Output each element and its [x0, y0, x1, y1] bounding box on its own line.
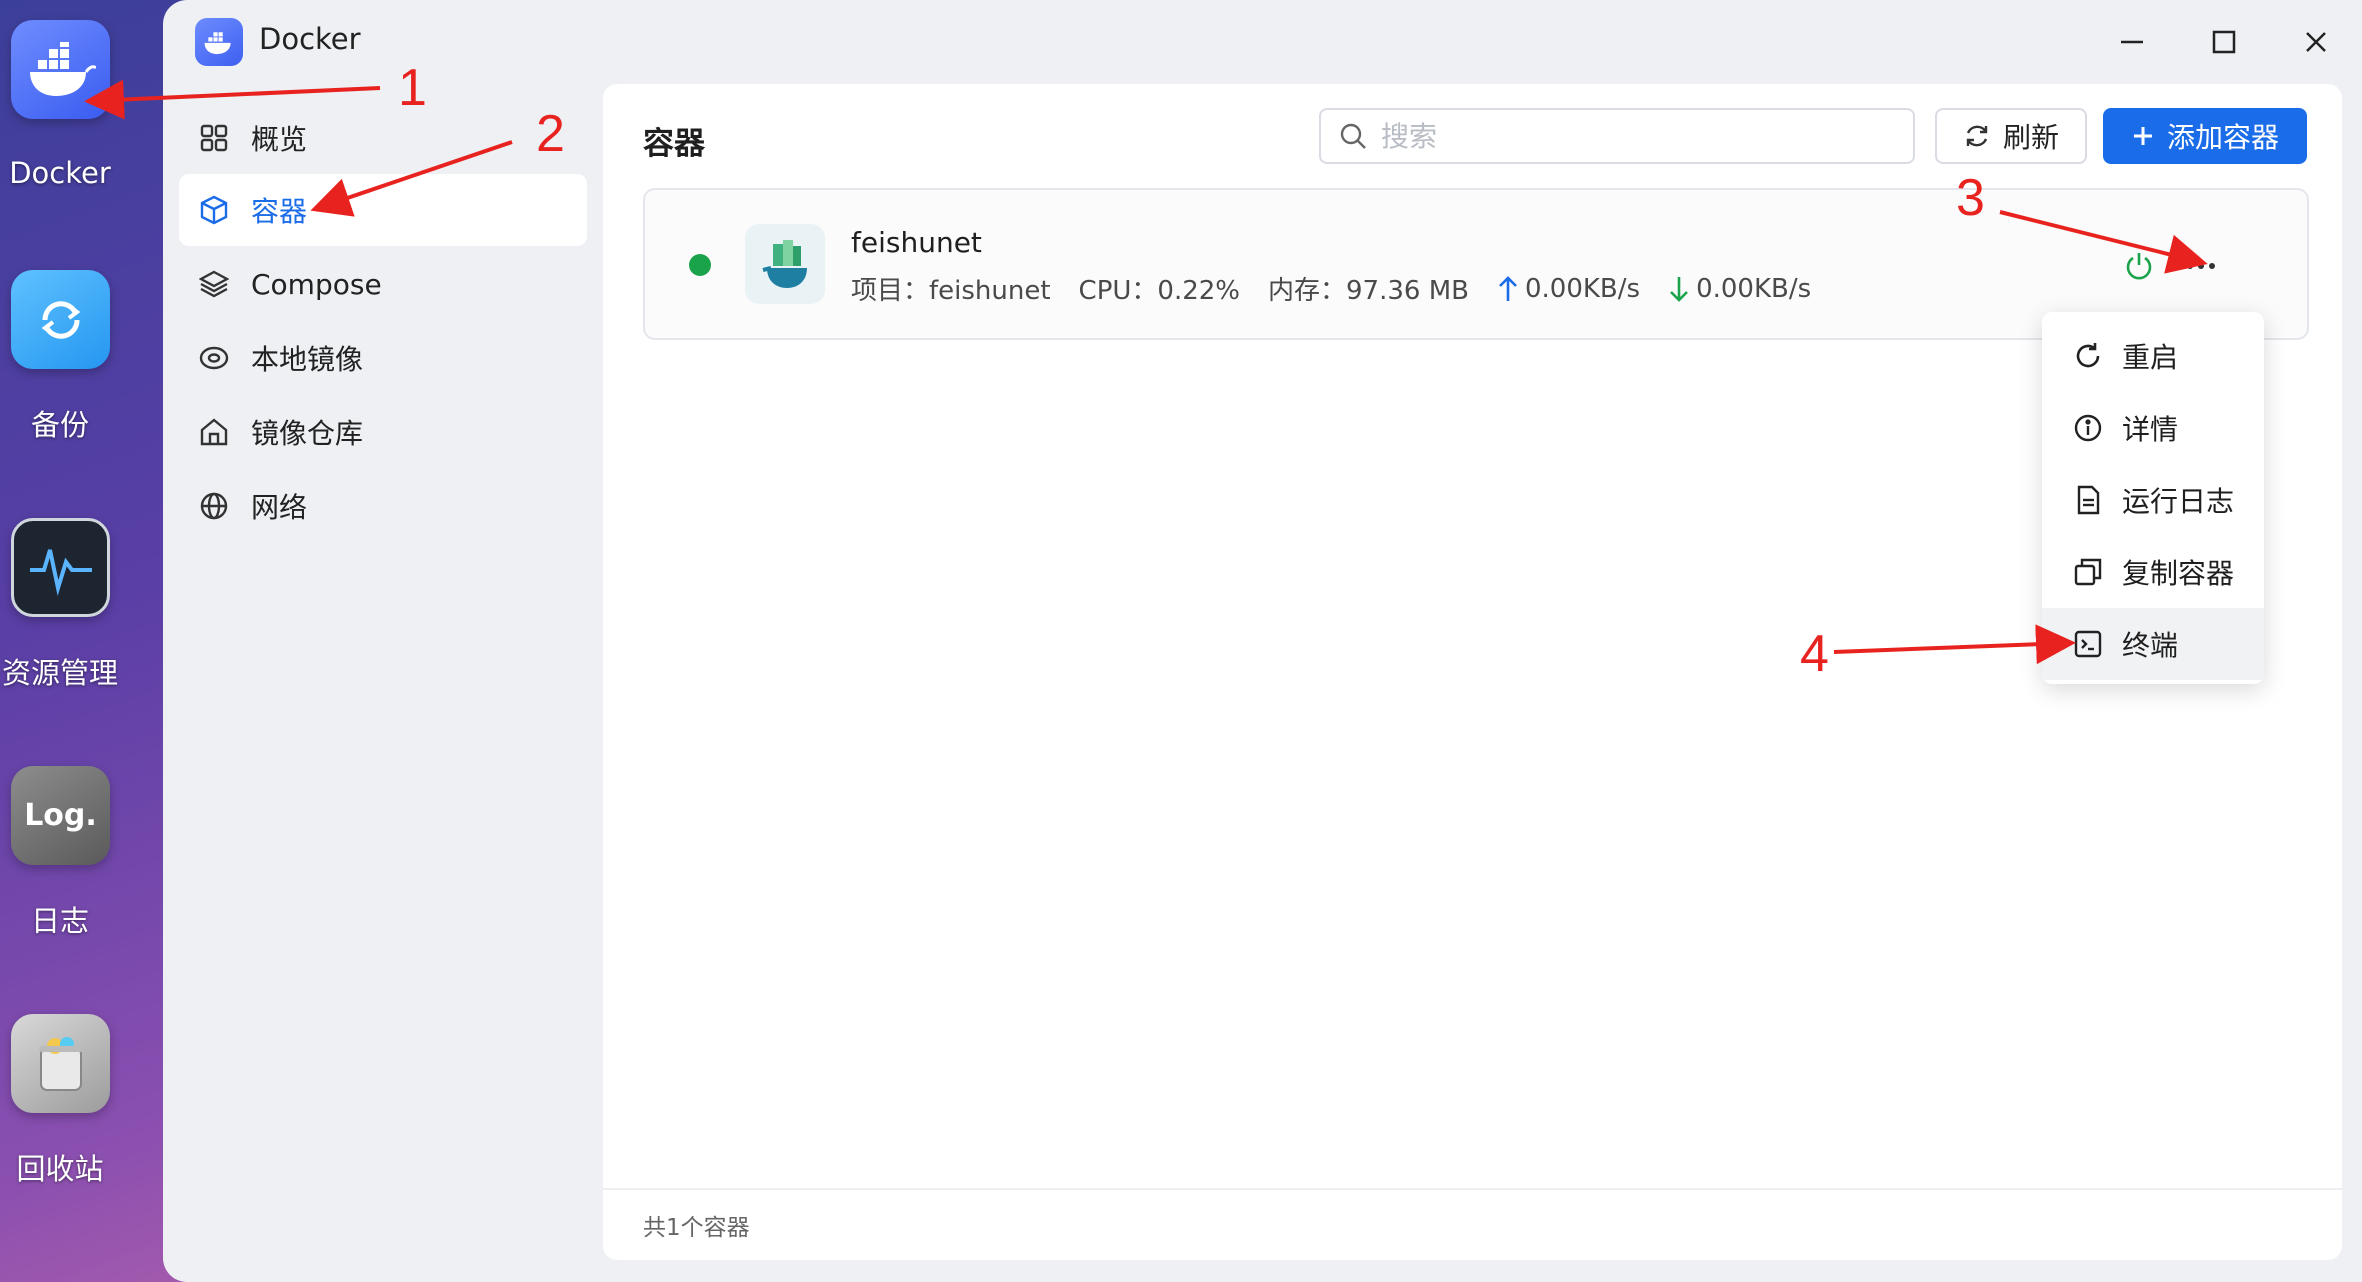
container-project: 项目：feishunet — [851, 276, 1051, 306]
disc-icon — [197, 341, 231, 375]
dock-label-log: 日志 — [30, 904, 89, 938]
menu-item-logs[interactable]: 运行日志 — [2042, 464, 2264, 536]
minimize-button[interactable] — [2110, 20, 2154, 64]
activity-monitor-icon[interactable] — [11, 518, 110, 617]
grid-icon — [197, 121, 231, 155]
container-logo-icon — [745, 224, 825, 304]
arrow-up-icon — [1497, 275, 1519, 303]
container-meta: 项目：feishunet CPU：0.22% 内存：97.36 MB 0.00K… — [851, 270, 1839, 307]
refresh-button[interactable]: 刷新 — [1935, 108, 2087, 164]
log-icon-text: Log. — [24, 798, 97, 833]
sidebar-item-compose[interactable]: Compose — [179, 248, 587, 320]
copy-icon — [2072, 556, 2104, 588]
backup-icon[interactable] — [11, 270, 110, 369]
sidebar-item-overview[interactable]: 概览 — [179, 102, 587, 174]
dock-label-backup: 备份 — [30, 408, 89, 442]
docker-window: Docker 概览 容器 Compose 本地镜像 镜像仓库 网络 容器 搜索 … — [163, 0, 2362, 1282]
menu-item-terminal[interactable]: 终端 — [2042, 608, 2264, 680]
docker-logo-icon — [195, 18, 243, 66]
refresh-icon — [1963, 122, 1991, 150]
menu-item-duplicate[interactable]: 复制容器 — [2042, 536, 2264, 608]
close-button[interactable] — [2294, 20, 2338, 64]
file-log-icon — [2072, 484, 2104, 516]
maximize-button[interactable] — [2202, 20, 2246, 64]
restart-icon — [2072, 340, 2104, 372]
menu-item-details[interactable]: 详情 — [2042, 392, 2264, 464]
sidebar-item-label: 网络 — [251, 491, 308, 524]
container-cpu: CPU：0.22% — [1078, 276, 1241, 306]
more-icon — [2187, 263, 2215, 269]
container-upload: 0.00KB/s — [1524, 273, 1641, 304]
sidebar-item-label: 镜像仓库 — [251, 417, 364, 450]
page-title: 容器 — [643, 126, 705, 162]
container-count-footer: 共1个容器 — [603, 1188, 2342, 1260]
sidebar-item-label: 容器 — [251, 195, 308, 228]
sidebar-item-containers[interactable]: 容器 — [179, 174, 587, 246]
log-icon[interactable]: Log. — [11, 766, 110, 865]
menu-item-label: 复制容器 — [2122, 557, 2235, 590]
menu-item-label: 运行日志 — [2122, 485, 2235, 518]
window-title: Docker — [259, 22, 361, 56]
menu-item-label: 重启 — [2122, 341, 2179, 374]
add-container-button-label: 添加容器 — [2166, 121, 2279, 154]
dock-label-resource-manager: 资源管理 — [1, 656, 118, 690]
sidebar-item-label: Compose — [251, 267, 382, 301]
dock-label-trash: 回收站 — [16, 1152, 104, 1186]
desktop-dock: Docker 备份 资源管理 Log. 日志 回收站 — [0, 0, 163, 1282]
annotation-number-1: 1 — [398, 59, 427, 117]
trash-icon[interactable] — [11, 1014, 110, 1113]
docker-icon[interactable] — [11, 20, 110, 119]
annotation-number-4: 4 — [1800, 625, 1829, 683]
arrow-down-icon — [1668, 275, 1690, 303]
more-actions-button[interactable] — [2179, 246, 2223, 286]
sidebar-item-network[interactable]: 网络 — [179, 470, 587, 542]
search-icon — [1339, 122, 1367, 150]
terminal-icon — [2072, 628, 2104, 660]
layers-icon — [197, 267, 231, 301]
sidebar-item-local-images[interactable]: 本地镜像 — [179, 322, 587, 394]
refresh-button-label: 刷新 — [2002, 121, 2059, 154]
cube-icon — [197, 193, 231, 227]
globe-icon — [197, 489, 231, 523]
annotation-number-2: 2 — [536, 105, 565, 163]
container-memory: 内存：97.36 MB — [1268, 276, 1469, 306]
menu-item-label: 详情 — [2122, 413, 2179, 446]
sidebar-item-label: 本地镜像 — [251, 343, 364, 376]
annotation-number-3: 3 — [1956, 169, 1985, 227]
plus-icon — [2131, 124, 2155, 148]
container-actions-menu: 重启 详情 运行日志 复制容器 终端 — [2042, 312, 2264, 684]
dock-label-docker: Docker — [9, 156, 111, 190]
menu-item-restart[interactable]: 重启 — [2042, 320, 2264, 392]
container-name: feishunet — [851, 226, 982, 259]
add-container-button[interactable]: 添加容器 — [2103, 108, 2307, 164]
sidebar: 概览 容器 Compose 本地镜像 镜像仓库 网络 — [163, 84, 603, 1282]
titlebar: Docker — [163, 0, 2362, 84]
power-icon — [2126, 253, 2152, 280]
sidebar-item-registry[interactable]: 镜像仓库 — [179, 396, 587, 468]
container-download: 0.00KB/s — [1696, 273, 1812, 304]
search-box[interactable] — [1319, 108, 1915, 164]
menu-item-label: 终端 — [2122, 629, 2179, 662]
search-input[interactable] — [1381, 119, 1881, 153]
sidebar-item-label: 概览 — [251, 123, 308, 156]
power-button[interactable] — [2119, 246, 2159, 286]
home-icon — [197, 415, 231, 449]
info-icon — [2072, 412, 2104, 444]
status-running-indicator — [689, 254, 711, 276]
